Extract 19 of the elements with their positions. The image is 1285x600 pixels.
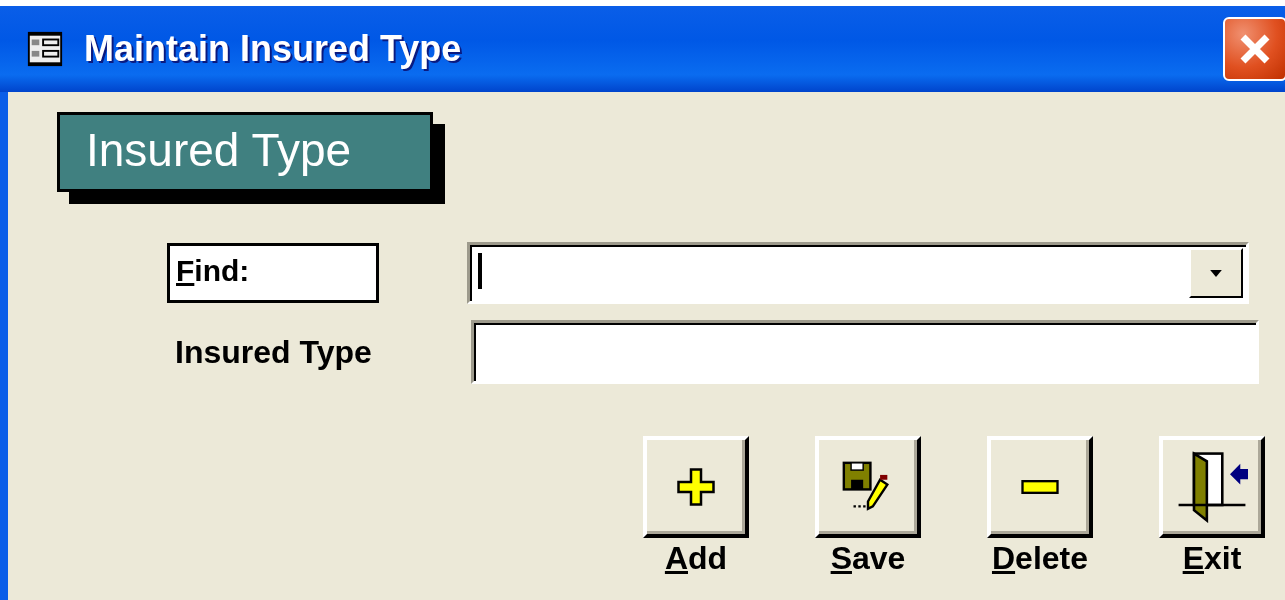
delete-label: Delete (991, 540, 1088, 577)
plus-icon (676, 467, 716, 507)
add-button[interactable] (643, 436, 749, 538)
save-button[interactable] (815, 436, 921, 538)
caret-icon (1210, 269, 1222, 277)
exit-button[interactable] (1159, 436, 1265, 538)
save-label: Save (830, 540, 906, 577)
insured-type-field[interactable] (471, 320, 1259, 384)
minus-icon (1019, 480, 1061, 494)
add-label: Add (664, 540, 728, 577)
close-button[interactable] (1223, 17, 1285, 81)
form-icon (26, 30, 64, 68)
find-combo-box[interactable] (467, 242, 1249, 304)
window-title: Maintain Insured Type (84, 28, 462, 70)
delete-button[interactable] (987, 436, 1093, 538)
dropdown-button[interactable] (1189, 248, 1243, 298)
field-label: Insured Type (175, 333, 373, 371)
find-label: Find: (167, 243, 379, 303)
exit-label: Exit (1182, 540, 1242, 577)
